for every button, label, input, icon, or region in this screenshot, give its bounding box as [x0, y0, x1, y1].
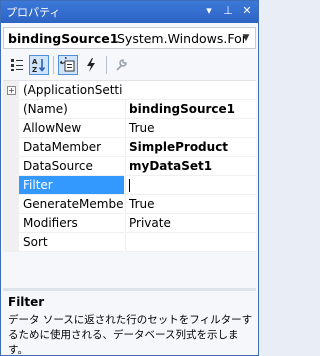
- property-name: Modifiers: [19, 214, 124, 233]
- object-selector-dropdown[interactable]: bindingSource1 System.Windows.For ▼: [3, 27, 256, 49]
- property-value[interactable]: bindingSource1: [125, 100, 256, 119]
- selected-object-name: bindingSource1: [8, 31, 119, 46]
- svg-text:Z: Z: [32, 66, 37, 73]
- categorized-icon: [11, 59, 23, 71]
- property-row-name[interactable]: (Name) bindingSource1: [3, 100, 256, 119]
- property-name: GenerateMembe: [19, 195, 124, 214]
- property-name: Filter: [19, 176, 124, 195]
- property-name: Sort: [19, 233, 124, 252]
- properties-toolbar: A Z: [3, 53, 256, 77]
- property-value[interactable]: True: [125, 119, 256, 138]
- events-button[interactable]: [81, 55, 101, 75]
- help-description: データ ソースに返された行のセットをフィルターするために使用される、データベース…: [8, 314, 253, 356]
- alphabetical-icon: A Z: [32, 58, 46, 73]
- property-name: DataSource: [19, 157, 124, 176]
- property-row-datasource[interactable]: DataSource myDataSet1: [3, 157, 256, 176]
- toolbar-separator: [53, 56, 54, 74]
- property-row-modifiers[interactable]: Modifiers Private: [3, 214, 256, 233]
- property-name: AllowNew: [19, 119, 124, 138]
- row-gutter: +: [3, 81, 19, 100]
- property-row-sort[interactable]: Sort: [3, 233, 256, 252]
- expand-plus-icon[interactable]: +: [7, 86, 16, 95]
- window-title: プロパティ: [6, 6, 61, 19]
- properties-icon: [60, 57, 75, 72]
- close-button[interactable]: ✕: [239, 3, 255, 19]
- property-row-allownew[interactable]: AllowNew True: [3, 119, 256, 138]
- property-row-generatemember[interactable]: GenerateMembe True: [3, 195, 256, 214]
- row-gutter: [3, 233, 19, 252]
- events-lightning-icon: [87, 58, 95, 72]
- properties-button[interactable]: [58, 55, 78, 75]
- row-gutter: [3, 176, 19, 195]
- alphabetical-button[interactable]: A Z: [29, 55, 49, 75]
- row-gutter: [3, 214, 19, 233]
- svg-text:A: A: [32, 58, 38, 66]
- auto-hide-pin-button[interactable]: ⊥: [220, 3, 236, 19]
- category-label: (ApplicationSetti: [19, 81, 256, 100]
- property-row-datamember[interactable]: DataMember SimpleProduct: [3, 138, 256, 157]
- filter-value-input[interactable]: [125, 176, 256, 195]
- property-value[interactable]: True: [125, 195, 256, 214]
- window-position-dropdown-button[interactable]: ▾: [201, 3, 217, 19]
- row-gutter: [3, 157, 19, 176]
- toolbar-separator: [106, 56, 107, 74]
- property-pages-button[interactable]: [111, 55, 131, 75]
- property-grid: + (ApplicationSetti (Name) bindingSource…: [3, 80, 256, 252]
- property-value[interactable]: [125, 233, 256, 252]
- text-caret: [129, 179, 130, 192]
- chevron-down-icon[interactable]: ▼: [239, 29, 253, 47]
- property-name: DataMember: [19, 138, 124, 157]
- title-bar[interactable]: プロパティ ▾ ⊥ ✕: [1, 1, 258, 23]
- row-gutter: [3, 100, 19, 119]
- row-gutter: [3, 119, 19, 138]
- help-title: Filter: [8, 295, 45, 309]
- categorized-button[interactable]: [7, 55, 27, 75]
- category-row[interactable]: + (ApplicationSetti: [3, 81, 256, 100]
- property-name: (Name): [19, 100, 124, 119]
- help-pane: Filter データ ソースに返された行のセットをフィルターするために使用される…: [3, 291, 256, 356]
- selected-object-type: System.Windows.For: [117, 31, 247, 46]
- property-value[interactable]: SimpleProduct: [125, 138, 256, 157]
- wrench-icon: [116, 59, 127, 71]
- property-value[interactable]: myDataSet1: [125, 157, 256, 176]
- properties-window: プロパティ ▾ ⊥ ✕ bindingSource1 System.Window…: [0, 0, 259, 356]
- property-value[interactable]: Private: [125, 214, 256, 233]
- row-gutter: [3, 195, 19, 214]
- row-gutter: [3, 138, 19, 157]
- property-row-filter[interactable]: Filter: [3, 176, 256, 195]
